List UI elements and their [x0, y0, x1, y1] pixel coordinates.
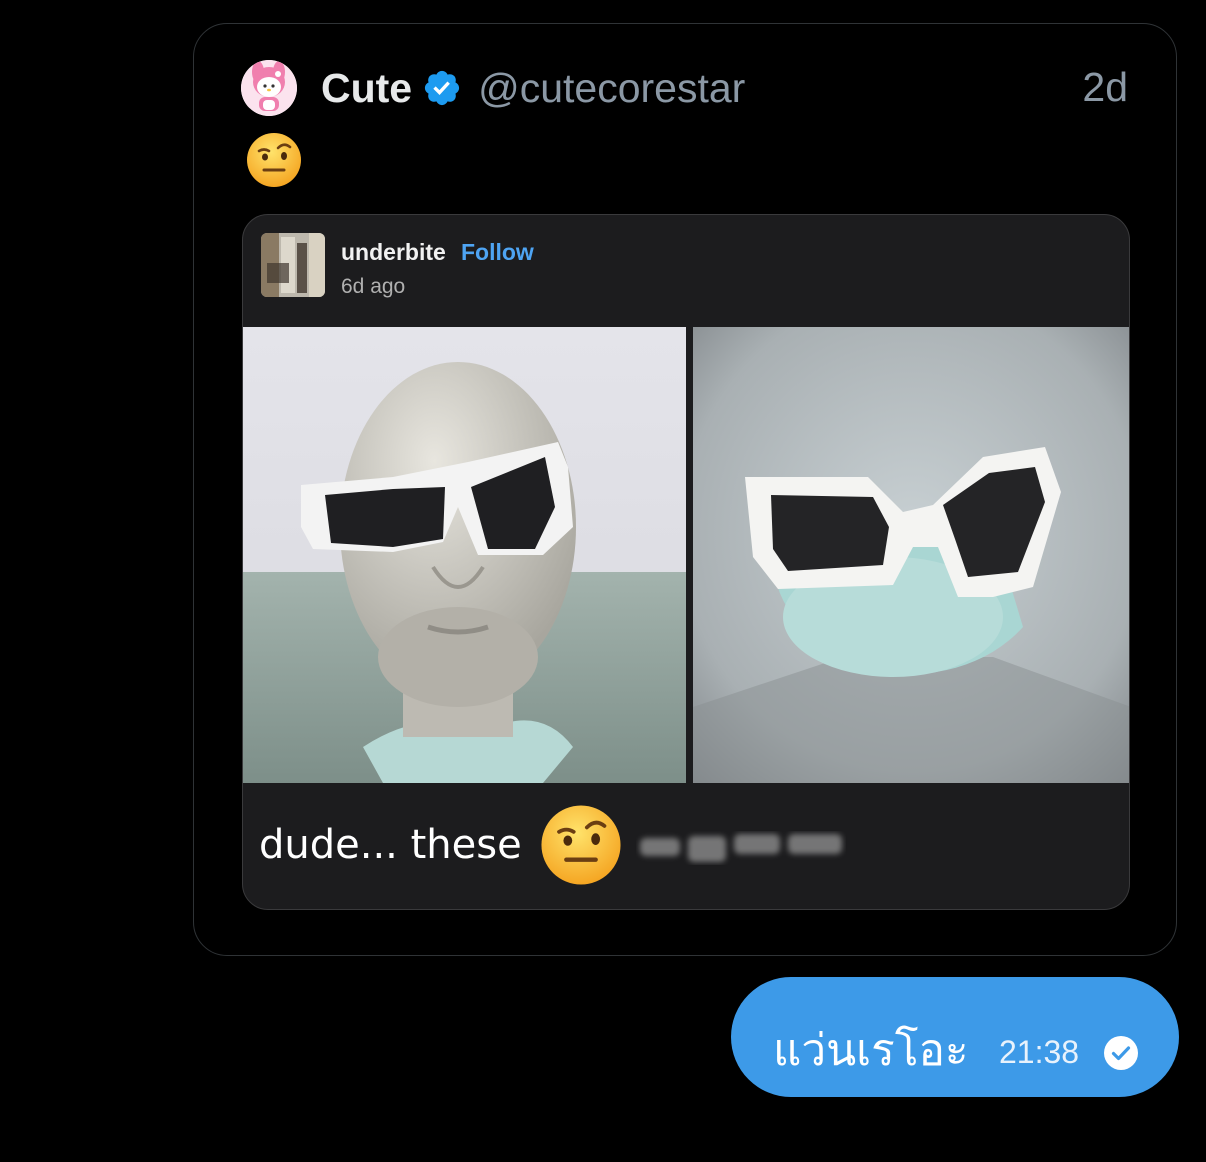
message-text: แว่นเรโอะ — [773, 1025, 969, 1076]
verified-badge-icon — [425, 70, 460, 106]
tweet-header: Cute @cutecorestar — [241, 58, 745, 118]
follow-button[interactable]: Follow — [461, 239, 534, 266]
embedded-avatar-icon[interactable] — [261, 233, 325, 297]
quoted-tweet[interactable]: Cute @cutecorestar 2d underbite Follow 6… — [193, 23, 1177, 956]
blurred-text-icon — [639, 834, 842, 862]
display-name[interactable]: Cute — [321, 65, 412, 112]
caption-text: dude... these — [259, 822, 522, 868]
raised-eyebrow-emoji-icon — [247, 133, 301, 187]
embedded-post-card[interactable]: underbite Follow 6d ago dude... these — [242, 214, 1130, 910]
check-circle-icon — [1104, 1036, 1138, 1070]
embedded-post-header: underbite Follow 6d ago — [261, 233, 861, 299]
avatar-icon[interactable] — [241, 60, 297, 116]
message-time: 21:38 — [999, 1034, 1080, 1070]
handle[interactable]: @cutecorestar — [478, 65, 745, 112]
raised-eyebrow-emoji-icon — [541, 805, 621, 885]
embedded-timestamp: 6d ago — [341, 275, 406, 298]
photo-sunglasses-top[interactable] — [693, 327, 1129, 783]
embedded-caption: dude... these — [259, 800, 846, 890]
timestamp[interactable]: 2d — [1082, 64, 1128, 111]
message-bubble[interactable]: แว่นเรโอะ 21:38 — [731, 977, 1179, 1097]
photo-mannequin-front[interactable] — [243, 327, 686, 783]
embedded-username[interactable]: underbite — [341, 239, 446, 266]
